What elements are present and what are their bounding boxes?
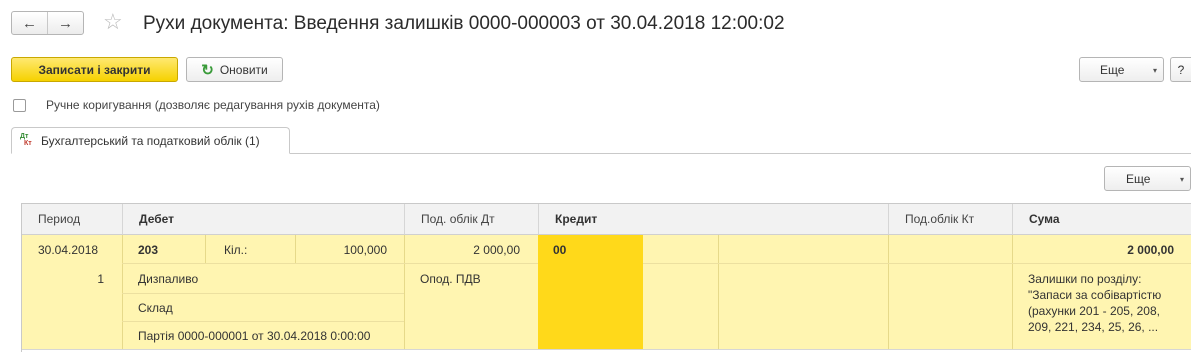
forward-arrow-icon[interactable]: → [47,12,83,34]
sum-value: 2 000,00 [1127,243,1174,257]
page-title: Рухи документа: Введення залишків 0000-0… [143,13,785,34]
column-header-period[interactable]: Период [22,204,122,235]
tax-debit-sub: Опод. ПДВ [420,272,481,286]
tab-accounting-tax[interactable]: Дт Кт Бухгалтерський та податковий облік… [11,127,290,154]
tab-label: Бухгалтерський та податковий облік (1) [41,133,260,148]
debit-account-cell: 203 [138,243,159,257]
refresh-label: Оновити [219,62,268,77]
column-header-sum[interactable]: Сума [1012,204,1191,235]
column-header-tax-debit[interactable]: Под. облік Дт [404,204,538,235]
debit-credit-icon: Дт Кт [20,132,32,147]
content-line-4: 209, 221, 234, 25, 26, ... [1028,320,1159,334]
movements-table[interactable]: Период Дебет Под. облік Дт Кредит Под.об… [21,203,1191,352]
credit-account-value: 00 [553,243,567,257]
more-actions-button[interactable]: Еще ▾ [1079,57,1164,82]
column-header-tax-credit[interactable]: Под.облік Кт [888,204,1012,235]
debit-subconto-1: Дизпаливо [138,272,199,286]
back-arrow-icon[interactable]: ← [12,12,47,34]
content-line-3: (рахунки 201 - 205, 208, [1028,304,1160,318]
navigation-buttons: ← → [11,11,84,35]
chevron-down-icon: ▾ [1179,175,1184,184]
period-cell: 30.04.2018 [38,243,99,257]
quantity-label: Кіл.: [224,243,248,257]
manual-edit-label[interactable]: Ручне коригування (дозволяє редагування … [46,98,380,112]
help-button[interactable]: ? [1170,57,1191,82]
table-more-actions-button[interactable]: Еще ▾ [1104,166,1191,191]
debit-subconto-3: Партія 0000-000001 от 30.04.2018 0:00:00 [138,329,371,343]
quantity-value: 100,000 [343,243,387,257]
content-line-2: "Запаси за собівартістю [1028,288,1162,302]
chevron-down-icon: ▾ [1152,66,1157,75]
manual-edit-checkbox[interactable] [13,99,26,112]
debit-subconto-2: Склад [138,301,173,315]
column-header-debit[interactable]: Дебет [122,204,404,235]
refresh-button[interactable]: ↻ Оновити [186,57,283,82]
tax-debit-value: 2 000,00 [473,243,520,257]
save-and-close-button[interactable]: Записати і закрити [11,57,178,82]
more-actions-label: Еще [1100,62,1125,77]
content-line-1: Залишки по розділу: [1028,272,1142,286]
column-header-credit[interactable]: Кредит [538,204,888,235]
refresh-icon: ↻ [201,61,214,79]
table-more-label: Еще [1126,171,1151,186]
row-number-cell: 1 [97,272,104,286]
favorite-star-icon[interactable]: ☆ [103,10,123,34]
